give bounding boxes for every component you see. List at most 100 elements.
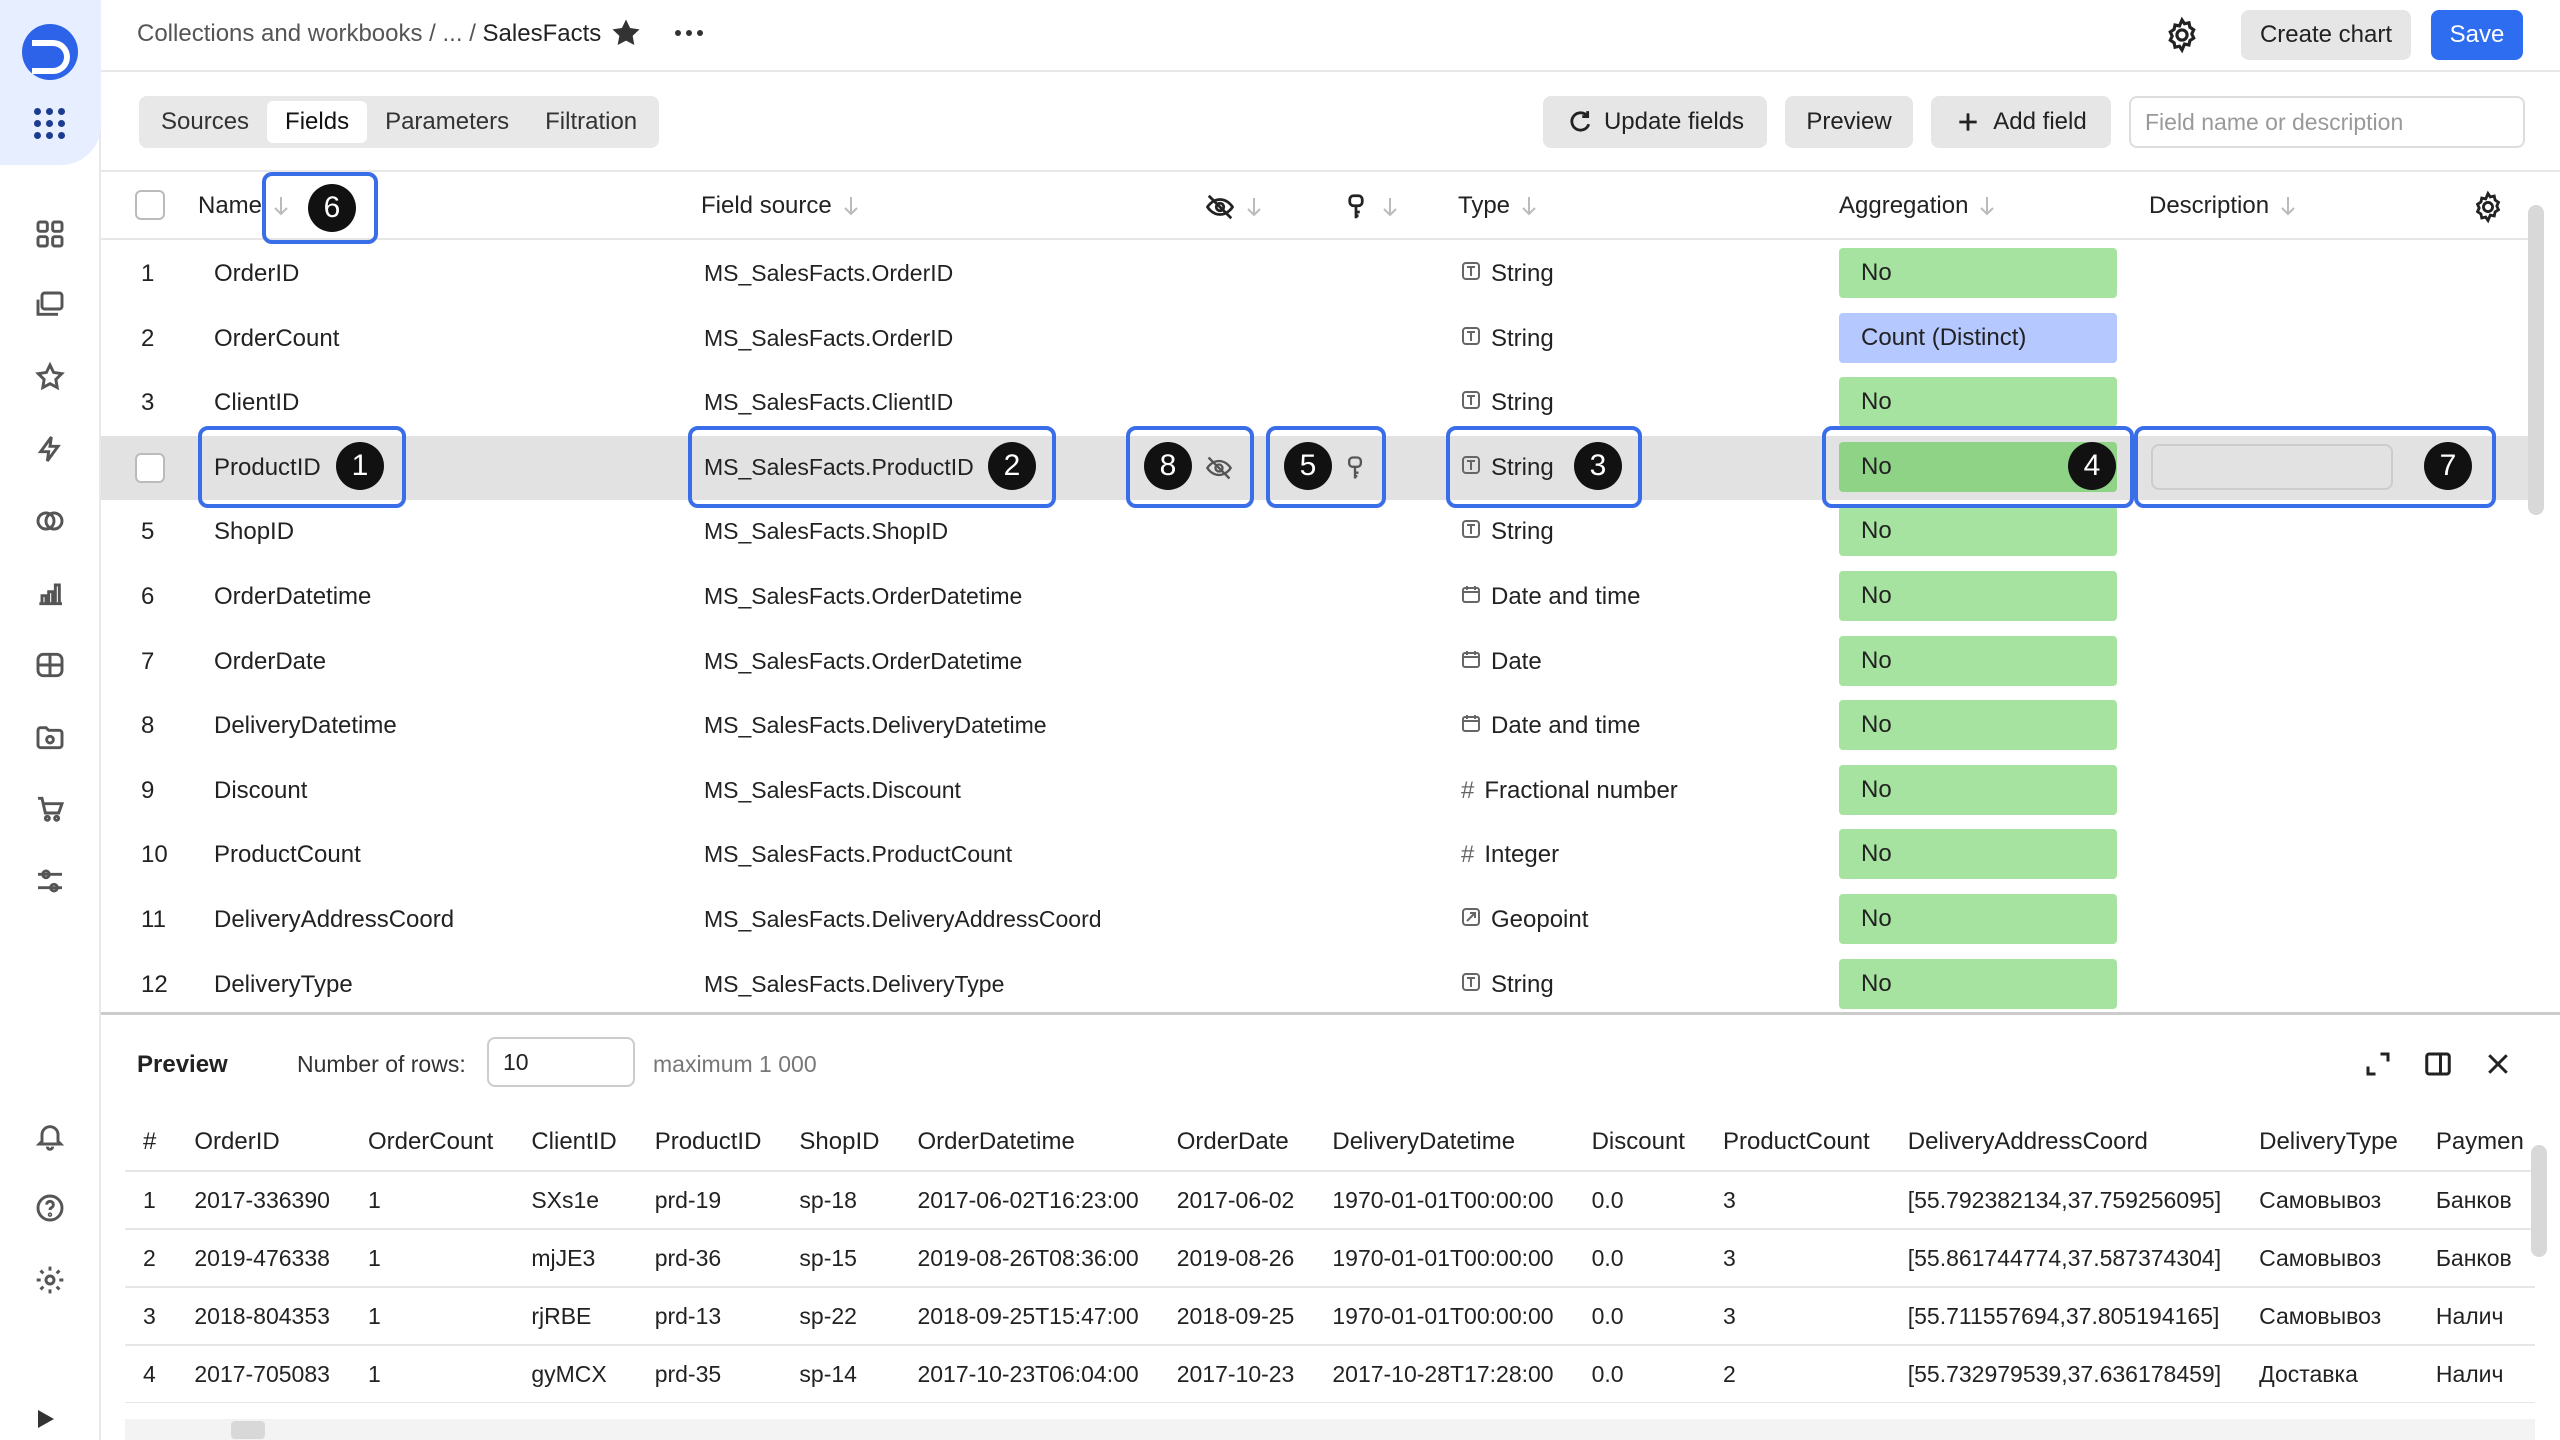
aggregation-select[interactable]: No	[1839, 635, 2117, 686]
field-name[interactable]: OrderID	[214, 260, 299, 288]
field-name[interactable]: OrderDatetime	[214, 583, 371, 611]
sort-arrow-icon[interactable]	[1381, 195, 1399, 219]
notifications-bell-icon[interactable]	[30, 1116, 70, 1156]
aggregation-select[interactable]: No	[1839, 894, 2117, 944]
field-search-input[interactable]	[2129, 96, 2525, 148]
field-name[interactable]: ShopID	[214, 518, 294, 546]
column-header-visibility[interactable]	[1205, 192, 1263, 222]
sort-arrow-icon[interactable]	[842, 194, 860, 218]
select-all-checkbox[interactable]	[135, 190, 165, 220]
field-source[interactable]: MS_SalesFacts.ClientID	[704, 389, 953, 416]
column-header-description[interactable]: Description	[2149, 192, 2297, 220]
field-source[interactable]: MS_SalesFacts.ShopID	[704, 518, 948, 545]
field-name[interactable]: ProductCount	[214, 841, 361, 869]
field-type[interactable]: # Integer	[1461, 841, 1559, 869]
preview-vertical-scrollbar[interactable]	[2531, 1145, 2547, 1257]
tab-parameters[interactable]: Parameters	[367, 101, 527, 143]
expand-preview-icon[interactable]	[2363, 1049, 2393, 1079]
rows-count-input[interactable]	[487, 1037, 635, 1087]
field-type[interactable]: Date and time	[1461, 712, 1640, 740]
field-source[interactable]: MS_SalesFacts.OrderDatetime	[704, 583, 1022, 610]
dashboards-icon[interactable]	[30, 645, 70, 685]
field-source[interactable]: MS_SalesFacts.DeliveryType	[704, 971, 1004, 998]
settings-sliders-icon[interactable]	[30, 861, 70, 901]
sort-arrow-icon[interactable]	[2279, 194, 2297, 218]
dashboard-grid-icon[interactable]	[30, 214, 70, 254]
folder-icon[interactable]	[30, 717, 70, 757]
row-checkbox[interactable]	[135, 452, 165, 483]
field-type[interactable]: String	[1461, 971, 1554, 999]
dock-side-icon[interactable]	[2423, 1049, 2453, 1079]
field-row[interactable]: 9 Discount MS_SalesFacts.Discount # Fraction…	[101, 759, 2541, 823]
field-type[interactable]: Date	[1461, 648, 1542, 676]
tab-filtration[interactable]: Filtration	[527, 101, 655, 143]
field-source[interactable]: MS_SalesFacts.OrderID	[704, 260, 953, 287]
field-type[interactable]: String	[1461, 260, 1554, 288]
marketplace-cart-icon[interactable]	[30, 789, 70, 829]
aggregation-select[interactable]: Count (Distinct)	[1839, 312, 2117, 363]
aggregation-select[interactable]: No	[1839, 248, 2117, 298]
add-field-button[interactable]: Add field	[1931, 96, 2111, 148]
field-source[interactable]: MS_SalesFacts.DeliveryAddressCoord	[704, 906, 1102, 933]
field-name[interactable]: DeliveryAddressCoord	[214, 906, 454, 934]
update-fields-button[interactable]: Update fields	[1543, 96, 1767, 148]
aggregation-select[interactable]: No	[1839, 506, 2117, 557]
tab-sources[interactable]: Sources	[143, 101, 267, 143]
field-name[interactable]: DeliveryDatetime	[214, 712, 397, 740]
column-header-access[interactable]	[1341, 192, 1399, 222]
logo-icon[interactable]	[22, 24, 78, 80]
field-name[interactable]: OrderDate	[214, 648, 326, 676]
connections-bolt-icon[interactable]	[30, 429, 70, 469]
field-row[interactable]: 1 OrderID MS_SalesFacts.OrderID String No	[101, 242, 2541, 306]
settings-gear-icon[interactable]	[30, 1260, 70, 1300]
help-icon[interactable]	[30, 1188, 70, 1228]
sort-arrow-icon[interactable]	[1978, 194, 1996, 218]
field-type[interactable]: Date and time	[1461, 583, 1640, 611]
aggregation-select[interactable]: No	[1839, 377, 2117, 428]
close-preview-icon[interactable]	[2483, 1049, 2513, 1079]
save-button[interactable]: Save	[2431, 10, 2523, 60]
collections-icon[interactable]	[30, 285, 70, 325]
field-row[interactable]: 8 DeliveryDatetime MS_SalesFacts.DeliveryD…	[101, 694, 2541, 758]
aggregation-select[interactable]: No	[1839, 829, 2117, 880]
field-row[interactable]: 5 ShopID MS_SalesFacts.ShopID String No	[101, 500, 2541, 564]
field-name[interactable]: OrderCount	[214, 325, 339, 353]
columns-settings-gear-icon[interactable]	[2471, 190, 2505, 224]
field-source[interactable]: MS_SalesFacts.Discount	[704, 777, 961, 804]
column-header-type[interactable]: Type	[1458, 192, 1538, 220]
sort-arrow-icon[interactable]	[1245, 195, 1263, 219]
field-name[interactable]: ClientID	[214, 389, 299, 417]
dataset-settings-gear-icon[interactable]	[2163, 16, 2201, 54]
favorites-star-icon[interactable]	[30, 357, 70, 397]
field-source[interactable]: MS_SalesFacts.DeliveryDatetime	[704, 712, 1047, 739]
favorite-star-icon[interactable]	[609, 16, 643, 50]
preview-horizontal-scroll-track[interactable]	[125, 1419, 2535, 1440]
more-options-icon[interactable]	[671, 16, 707, 50]
field-type[interactable]: String	[1461, 389, 1554, 417]
field-row[interactable]: 10 ProductCount MS_SalesFacts.ProductCount…	[101, 823, 2541, 887]
aggregation-select[interactable]: No	[1839, 571, 2117, 621]
column-header-field-source[interactable]: Field source	[701, 192, 860, 220]
breadcrumb-root[interactable]: Collections and workbooks	[137, 20, 422, 47]
field-row[interactable]: 11 DeliveryAddressCoord MS_SalesFacts.Deli…	[101, 888, 2541, 952]
apps-grid-icon[interactable]	[34, 108, 65, 139]
fields-vertical-scrollbar[interactable]	[2528, 205, 2544, 515]
preview-button[interactable]: Preview	[1785, 96, 1913, 148]
tab-fields[interactable]: Fields	[267, 101, 368, 143]
breadcrumb-ellipsis[interactable]: ...	[443, 20, 463, 47]
sort-arrow-icon[interactable]	[1520, 194, 1538, 218]
column-header-aggregation[interactable]: Aggregation	[1839, 192, 1996, 220]
field-row[interactable]: 7 OrderDate MS_SalesFacts.OrderDatetime Dat…	[101, 630, 2541, 694]
expand-rail-icon[interactable]	[38, 1410, 54, 1428]
field-name[interactable]: Discount	[214, 777, 307, 805]
field-row[interactable]: 12 DeliveryType MS_SalesFacts.DeliveryType…	[101, 953, 2541, 1012]
aggregation-select[interactable]: No	[1839, 764, 2117, 815]
field-source[interactable]: MS_SalesFacts.ProductCount	[704, 841, 1012, 868]
field-name[interactable]: DeliveryType	[214, 971, 353, 999]
field-row[interactable]: 6 OrderDatetime MS_SalesFacts.OrderDatetim…	[101, 565, 2541, 629]
datasets-rings-icon[interactable]	[30, 501, 70, 541]
create-chart-button[interactable]: Create chart	[2241, 10, 2411, 60]
preview-horizontal-scroll-thumb[interactable]	[231, 1421, 265, 1439]
field-type[interactable]: String	[1461, 518, 1554, 546]
field-type[interactable]: Geopoint	[1461, 906, 1588, 934]
